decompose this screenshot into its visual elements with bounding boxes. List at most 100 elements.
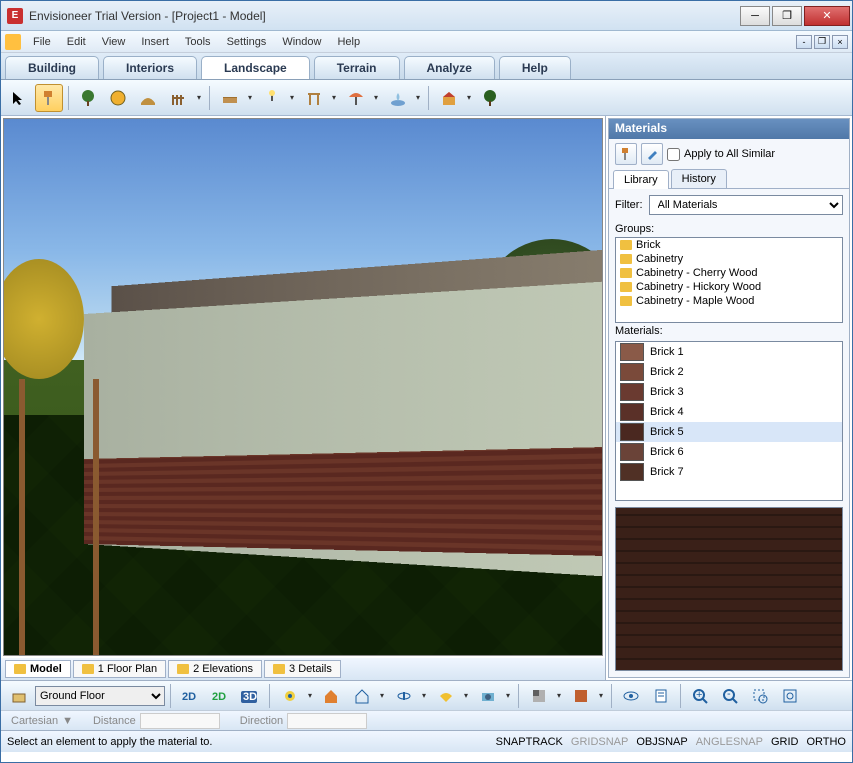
- history-tab[interactable]: History: [671, 169, 727, 188]
- material-name: Brick 4: [650, 406, 684, 418]
- play-structure: [9, 379, 109, 656]
- snap-toggle[interactable]: GRIDSNAP: [571, 736, 628, 748]
- pergola-tool[interactable]: [299, 84, 339, 112]
- fence-tool[interactable]: [164, 84, 204, 112]
- view-2d-designer-button[interactable]: 2D: [206, 682, 234, 710]
- close-button[interactable]: ✕: [804, 6, 850, 26]
- 3d-viewport[interactable]: [3, 118, 603, 656]
- zoom-out-button[interactable]: -: [716, 682, 744, 710]
- material-item[interactable]: Brick 6: [616, 442, 842, 462]
- material-preview: [615, 507, 843, 671]
- paint-tool[interactable]: [35, 84, 63, 112]
- menu-file[interactable]: File: [25, 34, 59, 50]
- tab-help[interactable]: Help: [499, 56, 571, 79]
- umbrella-tool[interactable]: [341, 84, 381, 112]
- light-tool[interactable]: [257, 84, 297, 112]
- materials-listbox[interactable]: Brick 1 Brick 2 Brick 3 Brick 4 Brick 5 Brick…: [615, 341, 843, 501]
- material-item[interactable]: Brick 5: [616, 422, 842, 442]
- snap-toggle[interactable]: OBJSNAP: [636, 736, 687, 748]
- view-tab-floorplan[interactable]: 1 Floor Plan: [73, 660, 166, 678]
- eyedropper-button[interactable]: [641, 143, 663, 165]
- menu-window[interactable]: Window: [274, 34, 329, 50]
- walk-tool[interactable]: [389, 682, 429, 710]
- tab-terrain[interactable]: Terrain: [314, 56, 400, 79]
- snap-toggle[interactable]: SNAPTRACK: [496, 736, 563, 748]
- tab-building[interactable]: Building: [5, 56, 99, 79]
- tab-landscape[interactable]: Landscape: [201, 56, 310, 79]
- distance-input[interactable]: [140, 713, 220, 729]
- groups-listbox[interactable]: Brick Cabinetry Cabinetry - Cherry Wood …: [615, 237, 843, 323]
- group-item[interactable]: Cabinetry: [616, 252, 842, 266]
- viewpoint-tool[interactable]: [275, 682, 315, 710]
- zoom-window-button[interactable]: [746, 682, 774, 710]
- view-tab-elevations[interactable]: 2 Elevations: [168, 660, 262, 678]
- building-tool[interactable]: [434, 84, 474, 112]
- menu-settings[interactable]: Settings: [219, 34, 275, 50]
- material-swatch: [620, 463, 644, 481]
- snap-toggle[interactable]: ANGLESNAP: [696, 736, 763, 748]
- snap-toggle[interactable]: ORTHO: [806, 736, 846, 748]
- material-item[interactable]: Brick 1: [616, 342, 842, 362]
- tree-tool[interactable]: [476, 84, 504, 112]
- material-item[interactable]: Brick 7: [616, 462, 842, 482]
- view-tab-details[interactable]: 3 Details: [264, 660, 341, 678]
- fountain-tool[interactable]: [383, 84, 423, 112]
- group-item[interactable]: Cabinetry - Maple Wood: [616, 294, 842, 308]
- zoom-fit-button[interactable]: [776, 682, 804, 710]
- render-tool[interactable]: [524, 682, 564, 710]
- deck-tool[interactable]: [215, 84, 255, 112]
- apply-all-similar-checkbox[interactable]: Apply to All Similar: [667, 148, 775, 161]
- tab-analyze[interactable]: Analyze: [404, 56, 495, 79]
- menu-bar: File Edit View Insert Tools Settings Win…: [1, 31, 852, 53]
- library-tab[interactable]: Library: [613, 170, 669, 189]
- view-2d-button[interactable]: 2D: [176, 682, 204, 710]
- mdi-minimize-button[interactable]: -: [796, 35, 812, 49]
- look-tool[interactable]: [431, 682, 471, 710]
- menu-view[interactable]: View: [94, 34, 134, 50]
- location-icon[interactable]: [5, 682, 33, 710]
- show-catalog-button[interactable]: [617, 682, 645, 710]
- group-item[interactable]: Cabinetry - Cherry Wood: [616, 266, 842, 280]
- tab-interiors[interactable]: Interiors: [103, 56, 197, 79]
- menu-insert[interactable]: Insert: [133, 34, 177, 50]
- snap-toggle[interactable]: GRID: [771, 736, 799, 748]
- texture-tool[interactable]: [566, 682, 606, 710]
- group-item[interactable]: Cabinetry - Hickory Wood: [616, 280, 842, 294]
- orbit-tool[interactable]: [347, 682, 387, 710]
- folder-icon: [273, 664, 285, 674]
- material-item[interactable]: Brick 4: [616, 402, 842, 422]
- edging-tool[interactable]: [134, 84, 162, 112]
- apply-all-similar-input[interactable]: [667, 148, 680, 161]
- location-select[interactable]: Ground Floor: [35, 686, 165, 706]
- home-view-button[interactable]: [317, 682, 345, 710]
- folder-icon: [620, 282, 632, 292]
- filter-select[interactable]: All Materials: [649, 195, 844, 215]
- mdi-close-button[interactable]: ×: [832, 35, 848, 49]
- menu-edit[interactable]: Edit: [59, 34, 94, 50]
- material-item[interactable]: Brick 2: [616, 362, 842, 382]
- zoom-in-button[interactable]: +: [686, 682, 714, 710]
- menu-help[interactable]: Help: [329, 34, 368, 50]
- plant-tool[interactable]: [74, 84, 102, 112]
- menu-tools[interactable]: Tools: [177, 34, 219, 50]
- group-item[interactable]: Brick: [616, 238, 842, 252]
- paintbrush-button[interactable]: [615, 143, 637, 165]
- material-name: Brick 2: [650, 366, 684, 378]
- camera-tool[interactable]: [473, 682, 513, 710]
- view-tab-model[interactable]: Model: [5, 660, 71, 678]
- view-3d-button[interactable]: 3D: [236, 682, 264, 710]
- distance-label: Distance: [93, 715, 136, 727]
- direction-label: Direction: [240, 715, 283, 727]
- material-name: Brick 6: [650, 446, 684, 458]
- tree-left: [3, 259, 84, 379]
- minimize-button[interactable]: ─: [740, 6, 770, 26]
- select-tool[interactable]: [5, 84, 33, 112]
- material-item[interactable]: Brick 3: [616, 382, 842, 402]
- status-bar: Select an element to apply the material …: [1, 730, 852, 752]
- direction-input[interactable]: [287, 713, 367, 729]
- material-name: Brick 1: [650, 346, 684, 358]
- mdi-restore-button[interactable]: ❐: [814, 35, 830, 49]
- flower-bed-tool[interactable]: [104, 84, 132, 112]
- show-properties-button[interactable]: [647, 682, 675, 710]
- maximize-button[interactable]: ❐: [772, 6, 802, 26]
